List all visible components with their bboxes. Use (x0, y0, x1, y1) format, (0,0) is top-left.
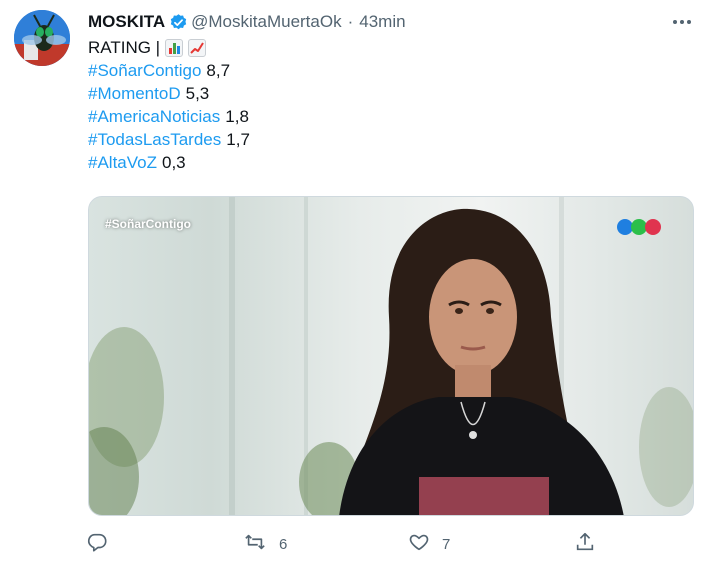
share-button[interactable] (574, 530, 596, 558)
tweet: MOSKITA @MoskitaMuertaOk · 43min RATING … (0, 0, 712, 563)
intro-text: RATING | (88, 38, 161, 57)
tweet-media-image[interactable]: #SoñarContigo (88, 196, 694, 516)
media-watermark-hashtag: #SoñarContigo (105, 217, 191, 231)
hashtag-link[interactable]: #SoñarContigo (88, 59, 201, 82)
avatar[interactable] (14, 10, 70, 66)
like-count: 7 (442, 535, 451, 553)
more-icon[interactable] (670, 12, 694, 32)
rating-line: #SoñarContigo 8,7 (88, 59, 250, 82)
rating-value: 0,3 (162, 153, 186, 172)
tweet-actions: 6 7 (0, 530, 712, 558)
hashtag-link[interactable]: #MomentoD (88, 82, 181, 105)
author-handle[interactable]: @MoskitaMuertaOk (191, 12, 341, 32)
author-name[interactable]: MOSKITA (88, 12, 165, 32)
retweet-button[interactable]: 6 (243, 530, 287, 558)
like-button[interactable]: 7 (408, 530, 450, 558)
chart-increasing-emoji (188, 38, 207, 57)
tweet-text: RATING | #SoñarContigo 8,7 #MomentoD 5,3… (88, 36, 250, 174)
rating-line: #AltaVoZ 0,3 (88, 151, 250, 174)
reply-icon (86, 531, 108, 557)
rating-value: 1,7 (226, 130, 250, 149)
rating-value: 1,8 (225, 107, 249, 126)
rating-line: #MomentoD 5,3 (88, 82, 250, 105)
rating-line: #TodasLasTardes 1,7 (88, 128, 250, 151)
share-icon (574, 531, 596, 557)
separator: · (347, 12, 354, 31)
hashtag-link[interactable]: #AmericaNoticias (88, 105, 220, 128)
timestamp[interactable]: 43min (359, 12, 405, 32)
retweet-icon (243, 531, 267, 557)
bar-chart-emoji (165, 38, 184, 57)
retweet-count: 6 (279, 535, 288, 553)
tweet-header: MOSKITA @MoskitaMuertaOk · 43min (88, 11, 406, 33)
channel-logo (617, 219, 661, 235)
rating-line: #AmericaNoticias 1,8 (88, 105, 250, 128)
reply-button[interactable] (86, 530, 108, 558)
verified-badge-icon (169, 13, 188, 32)
hashtag-link[interactable]: #TodasLasTardes (88, 128, 221, 151)
like-icon (408, 531, 430, 557)
tweet-intro-line: RATING | (88, 36, 250, 59)
rating-value: 8,7 (206, 61, 231, 80)
hashtag-link[interactable]: #AltaVoZ (88, 151, 157, 174)
rating-value: 5,3 (185, 84, 210, 103)
